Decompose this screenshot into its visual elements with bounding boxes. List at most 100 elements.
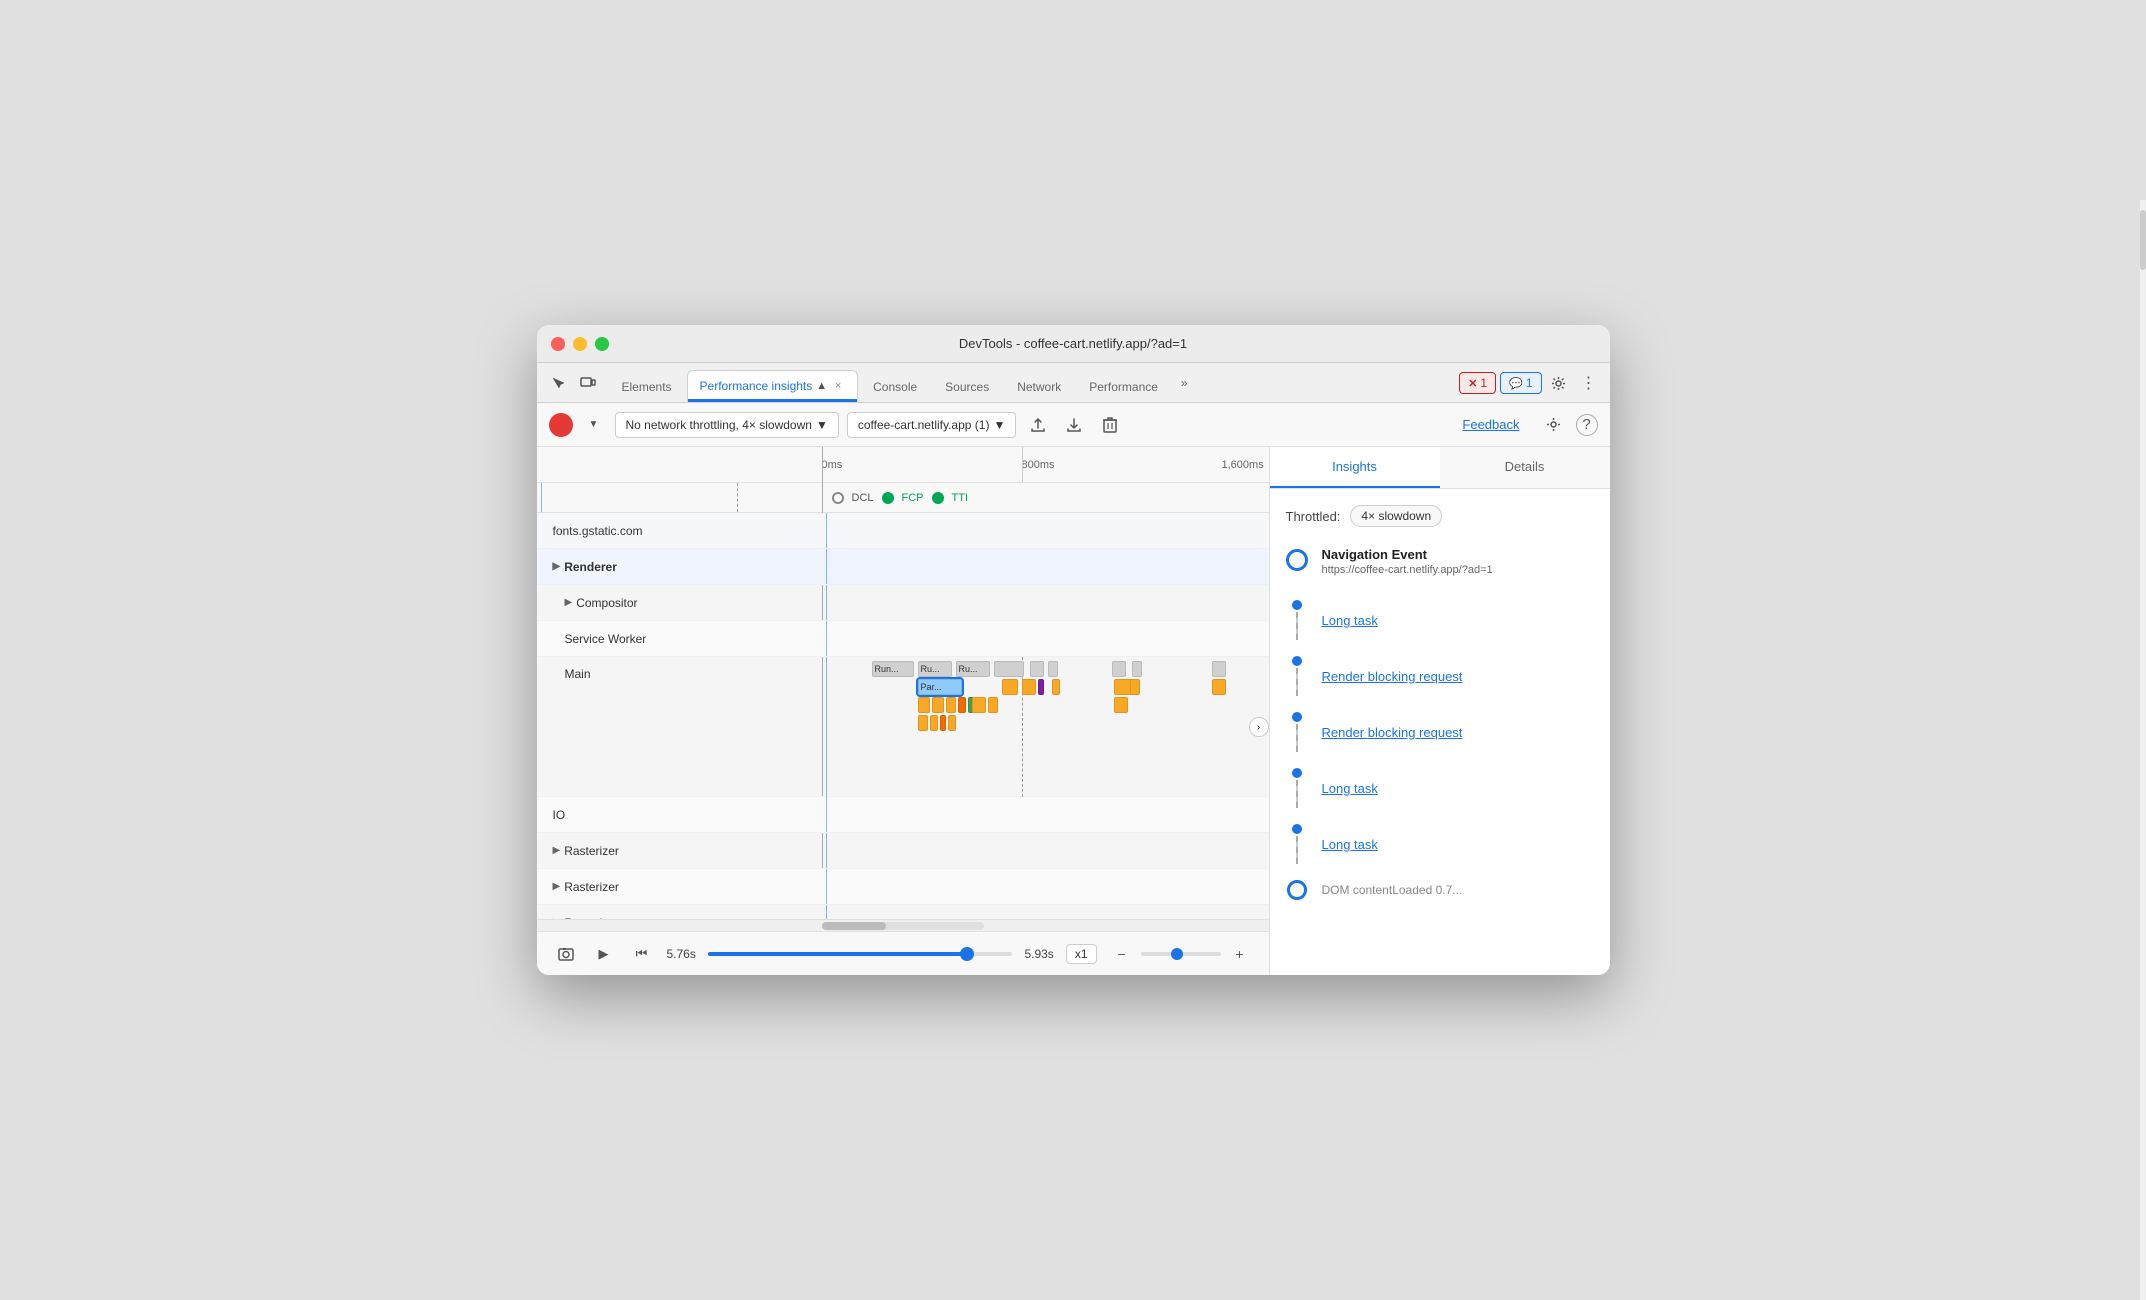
download-icon[interactable] <box>1060 411 1088 439</box>
message-icon: 💬 <box>1509 377 1523 390</box>
timeline-expand-arrow[interactable]: › <box>1249 717 1269 737</box>
long-task-2-link[interactable]: Long task <box>1322 781 1378 796</box>
zoom-in-icon[interactable]: + <box>1227 941 1253 967</box>
flame-mid-3[interactable] <box>1038 679 1044 695</box>
tab-elements[interactable]: Elements <box>609 370 685 402</box>
maximize-button[interactable] <box>595 337 609 351</box>
flame-par-selected[interactable]: Par... <box>918 679 962 695</box>
device-icon[interactable] <box>575 370 601 396</box>
tab-bar: Elements Performance insights ▲ × Consol… <box>537 363 1610 403</box>
timeline-ruler: 0ms 800ms 1,600ms <box>537 447 1269 483</box>
flame-run-2[interactable]: Ru... <box>918 661 952 677</box>
flame-orange-1[interactable] <box>958 697 966 713</box>
flame-gray-7[interactable] <box>1112 661 1126 677</box>
flame-run-1[interactable]: Run... <box>872 661 914 677</box>
h-scrollbar-thumb[interactable] <box>822 922 887 930</box>
zoom-track[interactable] <box>1141 952 1221 956</box>
render-block-1-link[interactable]: Render blocking request <box>1322 669 1463 684</box>
flame-right-2[interactable] <box>1114 697 1128 713</box>
row-rasterizer-2: ▶ Rasterizer <box>537 869 1269 905</box>
zoom-out-icon[interactable]: − <box>1109 941 1135 967</box>
rasterizer1-expand-icon[interactable]: ▶ <box>553 845 561 856</box>
screenshot-icon[interactable] <box>553 941 579 967</box>
flame-mid-2[interactable] <box>1022 679 1036 695</box>
help-icon[interactable]: ? <box>1576 414 1598 436</box>
flame-deep-4[interactable] <box>948 715 956 731</box>
renderer-expand-icon[interactable]: ▶ <box>553 561 561 572</box>
dot-container-4 <box>1286 768 1308 808</box>
flame-deep-3[interactable] <box>940 715 946 731</box>
flame-run-3[interactable]: Ru... <box>956 661 990 677</box>
flame-yellow-2[interactable] <box>932 697 944 713</box>
flame-far-1[interactable] <box>1212 679 1226 695</box>
flame-gray-8[interactable] <box>1132 661 1142 677</box>
settings2-icon[interactable] <box>1540 411 1568 439</box>
flame-gray-9[interactable] <box>1212 661 1226 677</box>
cursor-line-r1 <box>826 833 827 868</box>
tab-performance-insights[interactable]: Performance insights ▲ × <box>687 370 859 402</box>
speed-badge[interactable]: x1 <box>1066 944 1097 964</box>
insight-dom-content: DOM contentLoaded 0.7... <box>1286 872 1594 908</box>
play-icon[interactable]: ▶ <box>591 941 617 967</box>
zoom-thumb[interactable] <box>1171 948 1183 960</box>
flame-right-3[interactable] <box>1130 679 1140 695</box>
delete-icon[interactable] <box>1096 411 1124 439</box>
tab-sources[interactable]: Sources <box>932 370 1002 402</box>
more-tabs-button[interactable]: » <box>1173 370 1196 396</box>
error-badge[interactable]: ✕ 1 <box>1459 372 1496 394</box>
record-button[interactable] <box>549 413 573 437</box>
row-label-rasterizer-3: ▶ Rasterizer... <box>537 916 822 920</box>
flame-yellow-1[interactable] <box>918 697 930 713</box>
flame-mid-1[interactable] <box>1002 679 1018 695</box>
record-dropdown-icon[interactable]: ▼ <box>581 412 607 438</box>
tab-close-icon[interactable]: × <box>831 379 845 393</box>
tab-network[interactable]: Network <box>1004 370 1074 402</box>
nav-event-url: https://coffee-cart.netlify.app/?ad=1 <box>1322 564 1493 576</box>
throttling-dropdown[interactable]: No network throttling, 4× slowdown ▼ <box>615 412 839 438</box>
timeline-area[interactable]: fonts.gstatic.com ▶ Renderer <box>537 513 1269 919</box>
flame-gray-5[interactable] <box>1030 661 1044 677</box>
row-content-io <box>822 797 1269 832</box>
rasterizer2-expand-icon[interactable]: ▶ <box>553 881 561 892</box>
long-task-3-link[interactable]: Long task <box>1322 837 1378 852</box>
devtools-icons <box>545 370 601 402</box>
flame-yellow-4[interactable] <box>972 697 986 713</box>
feedback-link[interactable]: Feedback <box>1462 417 1519 432</box>
message-badge[interactable]: 💬 1 <box>1500 372 1541 394</box>
rasterizer3-expand-icon[interactable]: ▶ <box>553 917 561 919</box>
row-label-io: IO <box>537 808 822 822</box>
ruler-content: 0ms 800ms 1,600ms <box>822 447 1269 482</box>
dashed-main <box>1022 657 1023 797</box>
skip-to-start-icon[interactable]: ⏮ <box>629 941 655 967</box>
target-dropdown[interactable]: coffee-cart.netlify.app (1) ▼ <box>847 412 1017 438</box>
flame-deep-1[interactable] <box>918 715 928 731</box>
minimize-button[interactable] <box>573 337 587 351</box>
long-task-1-link[interactable]: Long task <box>1322 613 1378 628</box>
row-content-rasterizer-1 <box>822 833 1269 868</box>
flame-gray-4[interactable] <box>994 661 1024 677</box>
scrubber-track[interactable] <box>708 952 1013 956</box>
h-scrollbar-track[interactable] <box>822 922 984 930</box>
fcp-marker <box>882 492 894 504</box>
cursor-line-io <box>826 797 827 832</box>
flame-yellow-3[interactable] <box>946 697 956 713</box>
flame-mid-4[interactable] <box>1052 679 1060 695</box>
flame-yellow-5[interactable] <box>988 697 998 713</box>
dot-container-2 <box>1286 656 1308 696</box>
tab-details[interactable]: Details <box>1440 447 1610 488</box>
close-button[interactable] <box>551 337 565 351</box>
settings-icon[interactable] <box>1546 370 1572 396</box>
scrubber-thumb[interactable] <box>960 947 974 961</box>
tab-console[interactable]: Console <box>860 370 930 402</box>
flame-gray-6[interactable] <box>1048 661 1058 677</box>
tab-performance[interactable]: Performance <box>1076 370 1171 402</box>
compositor-expand-icon[interactable]: ▶ <box>565 597 573 608</box>
upload-icon[interactable] <box>1024 411 1052 439</box>
render-block-2-link[interactable]: Render blocking request <box>1322 725 1463 740</box>
ruler-time-800: 800ms <box>1022 459 1055 471</box>
flame-deep-2[interactable] <box>930 715 938 731</box>
row-renderer: ▶ Renderer <box>537 549 1269 585</box>
tab-insights[interactable]: Insights <box>1270 447 1440 488</box>
more-options-icon[interactable]: ⋮ <box>1576 370 1602 396</box>
pointer-icon[interactable] <box>545 370 571 396</box>
